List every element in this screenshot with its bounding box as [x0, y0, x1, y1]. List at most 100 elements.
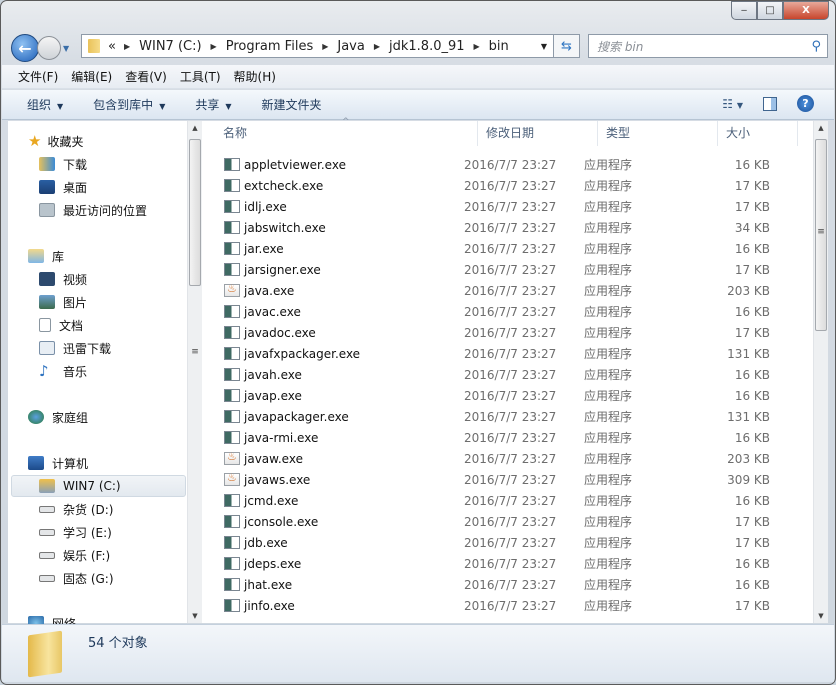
exe-file-icon [224, 494, 240, 507]
file-date: 2016/7/7 23:27 [464, 598, 557, 613]
file-row[interactable]: java.exe 2016/7/7 23:27 应用程序 203 KB [202, 280, 813, 301]
scroll-down-icon[interactable]: ▼ [188, 612, 202, 620]
address-bar[interactable]: « ▶ WIN7 (C:) ▶ Program Files ▶ Java ▶ j… [81, 34, 554, 58]
file-row[interactable]: javap.exe 2016/7/7 23:27 应用程序 16 KB [202, 385, 813, 406]
search-input[interactable]: 搜索 bin ⚲ [588, 34, 828, 58]
nav-music[interactable]: ♪ 音乐 [39, 360, 87, 382]
file-row[interactable]: javadoc.exe 2016/7/7 23:27 应用程序 17 KB [202, 322, 813, 343]
column-size[interactable]: 大小 [718, 121, 798, 146]
menu-file[interactable]: 文件(F) [18, 68, 58, 85]
nav-pictures[interactable]: 图片 [39, 291, 87, 313]
file-name-cell: javah.exe [202, 368, 464, 382]
scroll-up-icon[interactable]: ▲ [814, 124, 828, 132]
file-type: 应用程序 [584, 515, 633, 529]
include-in-library-button[interactable]: 包含到库中 ▼ [93, 96, 165, 113]
nav-desktop[interactable]: 桌面 [39, 176, 87, 198]
close-button[interactable]: X [783, 1, 829, 20]
breadcrumb-item[interactable]: Program Files [226, 39, 314, 54]
nav-scrollbar[interactable]: ▲ ≡ ▼ [187, 121, 202, 623]
file-row[interactable]: javac.exe 2016/7/7 23:27 应用程序 16 KB [202, 301, 813, 322]
file-row[interactable]: jabswitch.exe 2016/7/7 23:27 应用程序 34 KB [202, 217, 813, 238]
music-icon: ♪ [39, 362, 49, 380]
file-row[interactable]: javaw.exe 2016/7/7 23:27 应用程序 203 KB [202, 448, 813, 469]
column-name[interactable]: 名称 [202, 121, 478, 146]
file-row[interactable]: extcheck.exe 2016/7/7 23:27 应用程序 17 KB [202, 175, 813, 196]
nav-label: 图片 [63, 295, 88, 310]
menu-view[interactable]: 查看(V) [125, 68, 167, 85]
preview-pane-icon[interactable] [763, 96, 777, 111]
file-name-cell: extcheck.exe [202, 179, 464, 193]
nav-scroll-thumb[interactable] [189, 139, 201, 286]
nav-homegroup[interactable]: 家庭组 [28, 406, 88, 428]
back-button[interactable]: ← [11, 34, 39, 62]
scroll-down-icon[interactable]: ▼ [814, 612, 828, 620]
file-date: 2016/7/7 23:27 [464, 178, 557, 193]
refresh-button[interactable]: ⇆ [554, 34, 580, 58]
view-options-icon[interactable]: ☷ ▼ [722, 97, 743, 111]
breadcrumb-item[interactable]: WIN7 (C:) [139, 39, 201, 54]
minimize-button[interactable]: ‒ [731, 1, 757, 20]
nav-drive-d[interactable]: 杂货 (D:) [39, 498, 113, 520]
nav-drive-e[interactable]: 学习 (E:) [39, 521, 112, 543]
nav-libraries[interactable]: 库 [28, 245, 64, 267]
chevron-right-icon[interactable]: ▶ [322, 42, 328, 51]
file-row[interactable]: javaws.exe 2016/7/7 23:27 应用程序 309 KB [202, 469, 813, 490]
file-row[interactable]: jcmd.exe 2016/7/7 23:27 应用程序 16 KB [202, 490, 813, 511]
file-type: 应用程序 [584, 347, 633, 361]
nav-videos[interactable]: 视频 [39, 268, 87, 290]
chevron-right-icon[interactable]: ▶ [211, 42, 217, 51]
maximize-button[interactable]: □ [757, 1, 783, 20]
file-row[interactable]: javafxpackager.exe 2016/7/7 23:27 应用程序 131 … [202, 343, 813, 364]
column-date-modified[interactable]: 修改日期 [478, 121, 598, 146]
new-folder-button[interactable]: 新建文件夹 [262, 96, 322, 113]
file-date: 2016/7/7 23:27 [464, 325, 557, 340]
nav-drive-f[interactable]: 娱乐 (F:) [39, 544, 110, 566]
file-row[interactable]: jar.exe 2016/7/7 23:27 应用程序 16 KB [202, 238, 813, 259]
file-row[interactable]: jconsole.exe 2016/7/7 23:27 应用程序 17 KB [202, 511, 813, 532]
file-list-scrollbar[interactable]: ▲ ≡ ▼ [813, 121, 828, 623]
breadcrumb-item[interactable]: jdk1.8.0_91 [389, 39, 465, 54]
column-type[interactable]: 类型 [598, 121, 718, 146]
menu-help[interactable]: 帮助(H) [234, 68, 276, 85]
nav-drive-g[interactable]: 固态 (G:) [39, 567, 114, 589]
menu-tools[interactable]: 工具(T) [180, 68, 221, 85]
file-date: 2016/7/7 23:27 [464, 409, 557, 424]
help-icon[interactable]: ? [797, 95, 814, 112]
nav-thunder-downloads[interactable]: 迅雷下载 [39, 337, 111, 359]
nav-recent-places[interactable]: 最近访问的位置 [39, 199, 147, 221]
search-icon[interactable]: ⚲ [811, 39, 821, 54]
file-row[interactable]: jdeps.exe 2016/7/7 23:27 应用程序 16 KB [202, 553, 813, 574]
nav-downloads[interactable]: 下载 [39, 153, 87, 175]
nav-label: 桌面 [63, 180, 88, 195]
exe-file-icon [224, 368, 240, 381]
file-row[interactable]: javah.exe 2016/7/7 23:27 应用程序 16 KB [202, 364, 813, 385]
recent-pages-chevron-icon[interactable]: ▼ [63, 44, 69, 53]
file-row[interactable]: javapackager.exe 2016/7/7 23:27 应用程序 131 KB [202, 406, 813, 427]
file-size: 34 KB [734, 220, 770, 235]
forward-button[interactable] [37, 36, 61, 60]
scroll-up-icon[interactable]: ▲ [188, 124, 202, 132]
breadcrumb-overflow[interactable]: « [108, 39, 116, 54]
chevron-right-icon[interactable]: ▶ [474, 42, 480, 51]
file-row[interactable]: java-rmi.exe 2016/7/7 23:27 应用程序 16 KB [202, 427, 813, 448]
file-row[interactable]: appletviewer.exe 2016/7/7 23:27 应用程序 16 KB [202, 154, 813, 175]
address-dropdown-icon[interactable]: ▼ [541, 42, 547, 51]
file-row[interactable]: jinfo.exe 2016/7/7 23:27 应用程序 17 KB [202, 595, 813, 616]
nav-computer[interactable]: 计算机 [28, 452, 88, 474]
share-button[interactable]: 共享 ▼ [195, 96, 231, 113]
file-row[interactable]: jhat.exe 2016/7/7 23:27 应用程序 16 KB [202, 574, 813, 595]
file-name-cell: java.exe [202, 282, 464, 298]
menu-edit[interactable]: 编辑(E) [71, 68, 112, 85]
breadcrumb-item[interactable]: Java [337, 39, 364, 54]
breadcrumb-item[interactable]: bin [489, 39, 509, 54]
file-row[interactable]: idlj.exe 2016/7/7 23:27 应用程序 17 KB [202, 196, 813, 217]
nav-documents[interactable]: 文档 [39, 314, 83, 336]
chevron-right-icon[interactable]: ▶ [374, 42, 380, 51]
file-size: 17 KB [734, 325, 770, 340]
nav-drive-c[interactable]: WIN7 (C:) [11, 475, 186, 497]
file-row[interactable]: jarsigner.exe 2016/7/7 23:27 应用程序 17 KB [202, 259, 813, 280]
file-row[interactable]: jdb.exe 2016/7/7 23:27 应用程序 17 KB [202, 532, 813, 553]
homegroup-icon [28, 410, 44, 424]
nav-favorites[interactable]: ★ 收藏夹 [28, 130, 83, 152]
organize-button[interactable]: 组织 ▼ [27, 96, 63, 113]
